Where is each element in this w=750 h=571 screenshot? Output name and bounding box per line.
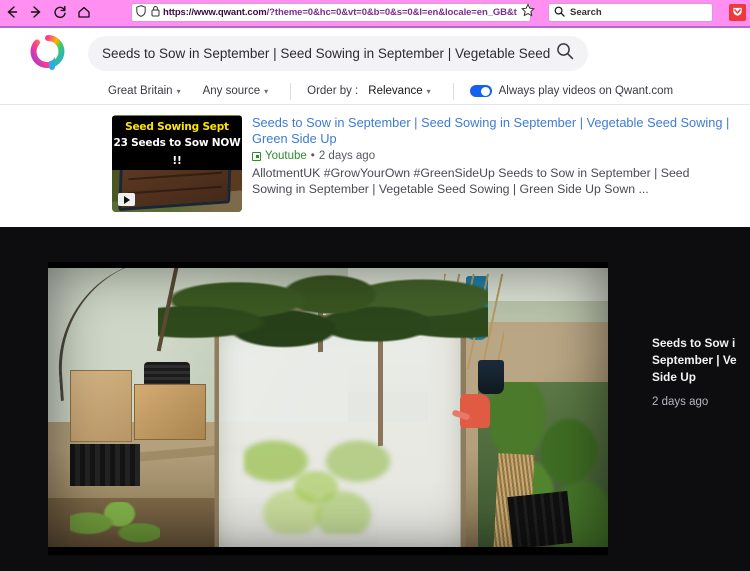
forward-button[interactable]	[24, 0, 48, 24]
result-thumbnail[interactable]: Seed Sowing Sept 2021 23 Seeds to Sow NO…	[112, 115, 242, 212]
video-letterbox-top	[48, 262, 608, 268]
result-item: Seed Sowing Sept 2021 23 Seeds to Sow NO…	[0, 115, 750, 212]
thumbnail-overlay-text-2: 23 Seeds to Sow NOW !!	[113, 137, 241, 167]
result-date: 2 days ago	[318, 150, 376, 162]
result-text-block: Seeds to Sow in September | Seed Sowing …	[252, 115, 732, 212]
result-separator: •	[310, 150, 315, 162]
video-info-panel: Seeds to Sow i September | Ve Side Up 2 …	[652, 335, 750, 408]
video-vignette	[48, 262, 608, 555]
video-frame-image	[48, 262, 608, 555]
qwant-logo-icon[interactable]	[28, 34, 68, 74]
site-search-value: Seeds to Sow in September | Seed Sowing …	[102, 46, 554, 61]
chevron-down-icon: ▾	[264, 86, 269, 96]
toolbar-search-input[interactable]: Search	[548, 3, 713, 22]
back-button[interactable]	[0, 0, 24, 24]
order-by-value: Relevance	[368, 85, 423, 97]
filter-bar: Great Britain ▾ Any source ▾ Order by : …	[0, 78, 750, 105]
toggle-switch[interactable]	[469, 85, 492, 97]
video-info-date: 2 days ago	[652, 396, 709, 408]
home-icon	[77, 5, 91, 19]
filter-region[interactable]: Great Britain ▾	[108, 85, 181, 97]
result-description: AllotmentUK #GrowYourOwn #GreenSideUp Se…	[252, 166, 690, 196]
arrow-right-icon	[29, 5, 43, 19]
home-button[interactable]	[72, 0, 96, 24]
order-by-label: Order by :	[307, 85, 359, 97]
chevron-down-icon: ▾	[426, 86, 431, 96]
reload-icon	[53, 5, 67, 19]
page-content: Seeds to Sow in September | Seed Sowing …	[0, 28, 750, 571]
filter-region-label: Great Britain	[108, 85, 173, 97]
site-search-input[interactable]: Seeds to Sow in September | Seed Sowing …	[88, 36, 588, 71]
video-overlay: Seeds to Sow i September | Ve Side Up 2 …	[0, 227, 750, 571]
filter-source-label: Any source	[202, 85, 261, 97]
lock-icon[interactable]	[151, 4, 160, 21]
star-icon	[520, 3, 535, 22]
shield-icon[interactable]	[136, 4, 146, 21]
filter-source[interactable]: Any source ▾	[203, 85, 269, 97]
url-text: https://www.qwant.com/?theme=0&hc=0&vt=0…	[163, 7, 517, 18]
video-player[interactable]	[48, 262, 608, 555]
video-info-title: Seeds to Sow i September | Ve Side Up	[652, 336, 737, 384]
arrow-left-icon	[5, 5, 19, 19]
filter-divider	[290, 82, 292, 100]
profile-button[interactable]	[729, 4, 746, 21]
thumbnail-overlay-line-2: 23 Seeds to Sow NOW !!	[112, 132, 242, 170]
search-icon	[554, 4, 565, 22]
play-icon[interactable]	[118, 193, 135, 206]
toolbar-search-placeholder: Search	[570, 7, 602, 18]
chevron-down-icon: ▾	[176, 86, 181, 96]
result-source[interactable]: Youtube	[265, 150, 307, 162]
results-list: Seed Sowing Sept 2021 23 Seeds to Sow NO…	[0, 105, 750, 212]
filter-order-by[interactable]: Order by : Relevance ▾	[307, 85, 431, 97]
search-icon[interactable]	[556, 42, 574, 65]
bookmark-button[interactable]	[519, 3, 536, 22]
address-bar[interactable]: https://www.qwant.com/?theme=0&hc=0&vt=0…	[131, 3, 531, 22]
autoplay-toggle-label: Always play videos on Qwant.com	[498, 85, 674, 97]
autoplay-toggle[interactable]: Always play videos on Qwant.com	[469, 85, 674, 97]
result-title-link[interactable]: Seeds to Sow in September | Seed Sowing …	[252, 115, 732, 146]
filter-divider-2	[452, 82, 454, 100]
reload-button[interactable]	[48, 0, 72, 24]
result-meta: Youtube • 2 days ago	[252, 150, 732, 162]
site-header: Seeds to Sow in September | Seed Sowing …	[0, 28, 750, 78]
youtube-badge-icon	[252, 151, 261, 161]
video-letterbox-bottom	[48, 547, 608, 555]
vivaldi-shield-icon	[732, 4, 743, 22]
